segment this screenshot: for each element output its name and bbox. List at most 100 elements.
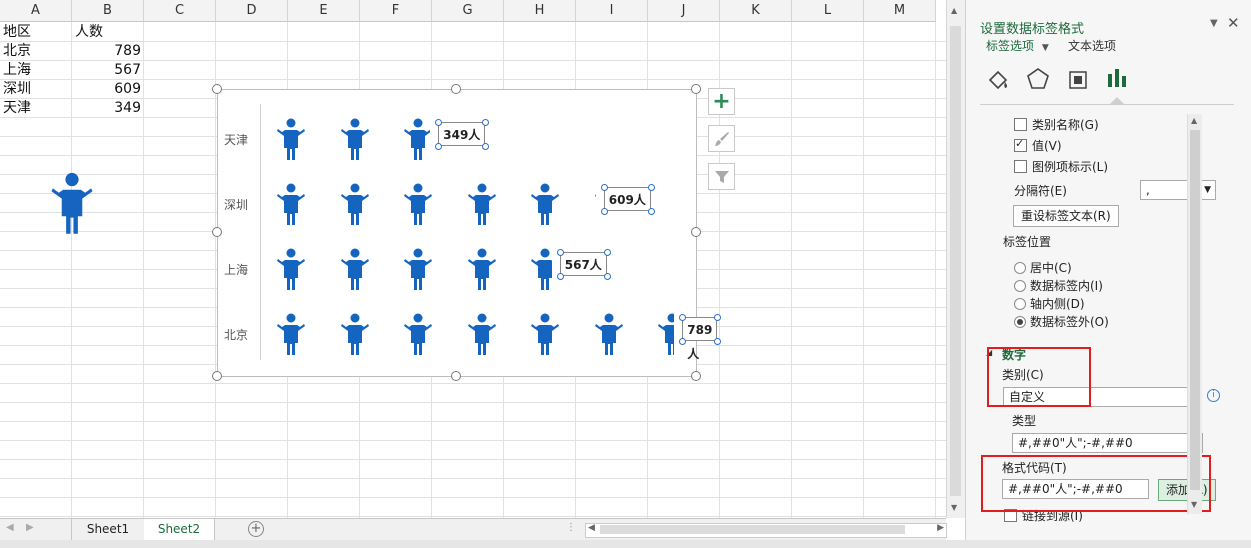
bar-person-icon[interactable] <box>276 313 306 355</box>
column-header-g[interactable]: G <box>432 0 504 22</box>
cell-region[interactable]: 天津 <box>3 99 31 118</box>
pane-scroll-thumb[interactable] <box>1190 130 1200 490</box>
pane-options-icon[interactable]: ▼ <box>1210 18 1218 29</box>
chart-resize-handle[interactable] <box>691 84 701 94</box>
pictograph-chart[interactable]: 天津 深圳 上海 北京 349人 609人 567人 789人 <box>217 89 722 377</box>
column-header-i[interactable]: I <box>576 0 648 22</box>
worksheet[interactable]: ABCDEFGHIJKLM 地区 人数 北京 789 上海 567 深圳 609… <box>0 0 946 518</box>
label-selection-handle[interactable] <box>647 184 655 191</box>
scroll-up-icon[interactable]: ▲ <box>951 6 957 15</box>
bar-person-icon[interactable] <box>594 183 596 225</box>
header-region[interactable]: 地区 <box>3 23 31 42</box>
label-selection-handle[interactable] <box>435 143 443 150</box>
bar-person-icon[interactable] <box>530 248 552 290</box>
category-name-checkbox[interactable] <box>1014 118 1027 131</box>
pane-scroll-down-icon[interactable]: ▼ <box>1191 500 1197 509</box>
cell-region[interactable]: 北京 <box>3 42 31 61</box>
pane-scroll-up-icon[interactable]: ▲ <box>1191 116 1197 125</box>
close-icon[interactable]: ✕ <box>1227 14 1240 32</box>
tab-label-options[interactable]: 标签选项 ▼ <box>986 37 1049 54</box>
data-label[interactable]: 609人 <box>603 187 651 211</box>
hscroll-thumb[interactable] <box>600 525 905 534</box>
column-header-d[interactable]: D <box>216 0 288 22</box>
bar-person-icon[interactable] <box>340 183 370 225</box>
label-selection-handle[interactable] <box>679 338 687 345</box>
hscroll-right-icon[interactable]: ▶ <box>937 523 944 533</box>
bar-person-icon[interactable] <box>467 313 497 355</box>
tab-scroll-right-icon[interactable]: ▶ <box>26 522 34 533</box>
bar-person-icon[interactable] <box>276 183 306 225</box>
radio-inside-end[interactable] <box>1014 280 1026 292</box>
scroll-thumb[interactable] <box>950 26 961 496</box>
radio-center[interactable] <box>1014 262 1026 274</box>
bar-person-icon[interactable] <box>276 118 306 160</box>
bar-person-icon[interactable] <box>403 248 433 290</box>
header-count[interactable]: 人数 <box>75 23 103 42</box>
value-checkbox[interactable]: ✓ <box>1014 137 1027 152</box>
bar-person-icon[interactable] <box>530 313 560 355</box>
bar-person-icon[interactable] <box>340 313 370 355</box>
label-selection-handle[interactable] <box>482 119 490 126</box>
tab-text-options[interactable]: 文本选项 <box>1068 37 1116 54</box>
data-label[interactable]: 567人 <box>559 252 607 276</box>
radio-outside-end[interactable] <box>1014 316 1026 328</box>
label-selection-handle[interactable] <box>600 184 608 191</box>
cell-count[interactable]: 567 <box>75 61 141 80</box>
column-header-b[interactable]: B <box>72 0 144 22</box>
bar-person-icon[interactable] <box>467 183 497 225</box>
cell-count[interactable]: 609 <box>75 80 141 99</box>
label-selection-handle[interactable] <box>603 273 611 280</box>
scroll-down-icon[interactable]: ▼ <box>951 503 957 512</box>
column-header-c[interactable]: C <box>144 0 216 22</box>
column-header-m[interactable]: M <box>864 0 936 22</box>
type-select[interactable]: #,##0"人";-#,##0 ▼ <box>1012 433 1203 453</box>
chart-resize-handle[interactable] <box>212 371 222 381</box>
reset-label-text-button[interactable]: 重设标签文本(R) <box>1013 205 1119 227</box>
chart-styles-button[interactable] <box>708 125 735 152</box>
label-selection-handle[interactable] <box>647 208 655 215</box>
cell-count[interactable]: 349 <box>75 99 141 118</box>
label-selection-handle[interactable] <box>556 273 564 280</box>
bar-person-icon[interactable] <box>403 183 433 225</box>
chart-resize-handle[interactable] <box>212 84 222 94</box>
chart-resize-handle[interactable] <box>691 227 701 237</box>
add-sheet-icon[interactable]: + <box>248 521 264 537</box>
bar-person-icon[interactable] <box>276 248 306 290</box>
bar-person-icon[interactable] <box>530 183 560 225</box>
column-header-k[interactable]: K <box>720 0 792 22</box>
chart-resize-handle[interactable] <box>212 227 222 237</box>
chart-filters-button[interactable] <box>708 163 735 190</box>
data-label[interactable]: 349人 <box>438 122 486 146</box>
column-header-l[interactable]: L <box>792 0 864 22</box>
cell-region[interactable]: 上海 <box>3 61 31 80</box>
pane-scrollbar[interactable]: ▲ ▼ <box>1187 114 1202 514</box>
column-header-j[interactable]: J <box>648 0 720 22</box>
label-selection-handle[interactable] <box>600 208 608 215</box>
label-selection-handle[interactable] <box>603 249 611 256</box>
label-selection-handle[interactable] <box>556 249 564 256</box>
label-selection-handle[interactable] <box>714 314 722 321</box>
label-selection-handle[interactable] <box>482 143 490 150</box>
bar-person-icon[interactable] <box>340 118 370 160</box>
data-label[interactable]: 789人 <box>682 317 718 361</box>
chart-resize-handle[interactable] <box>451 371 461 381</box>
tab-scroll-left-icon[interactable]: ◀ <box>6 522 14 533</box>
tab-sheet1[interactable]: Sheet1 <box>71 519 145 540</box>
column-header-e[interactable]: E <box>288 0 360 22</box>
legend-key-checkbox[interactable] <box>1014 160 1027 173</box>
horizontal-scrollbar[interactable]: ◀ ▶ <box>585 523 947 538</box>
bar-person-icon[interactable] <box>403 313 433 355</box>
bar-person-icon[interactable] <box>340 248 370 290</box>
sheet-vertical-scrollbar[interactable]: ▲ ▼ <box>946 0 965 518</box>
label-options-bars-icon[interactable] <box>1105 66 1129 90</box>
column-header-a[interactable]: A <box>0 0 72 22</box>
label-selection-handle[interactable] <box>714 338 722 345</box>
size-properties-icon[interactable] <box>1066 67 1090 91</box>
bar-person-icon[interactable] <box>657 313 675 355</box>
bar-person-icon[interactable] <box>594 313 624 355</box>
bar-person-icon[interactable] <box>467 248 497 290</box>
effects-pentagon-icon[interactable] <box>1026 67 1050 91</box>
chart-resize-handle[interactable] <box>691 371 701 381</box>
separator-select[interactable]: , ▼ <box>1140 180 1216 200</box>
cell-region[interactable]: 深圳 <box>3 80 31 99</box>
